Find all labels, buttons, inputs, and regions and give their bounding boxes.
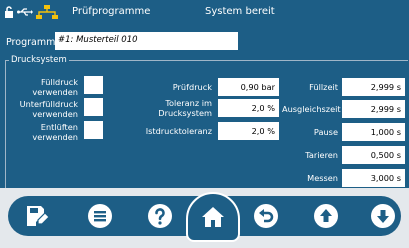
measure-field[interactable]: 3,000 s bbox=[342, 169, 405, 187]
top-bar: Prüfprogramme System bereit bbox=[0, 0, 409, 24]
help-button[interactable] bbox=[147, 203, 173, 229]
undo-icon bbox=[254, 204, 278, 228]
home-icon bbox=[202, 207, 224, 227]
group-title: Drucksystem bbox=[9, 55, 69, 65]
actual-pressure-tolerance-label: Istdrucktoleranz bbox=[145, 126, 212, 136]
test-pressure-field[interactable]: 0,90 bar bbox=[218, 78, 279, 96]
program-label: Programm bbox=[6, 37, 56, 48]
menu-button[interactable] bbox=[87, 203, 113, 229]
lock-icon bbox=[5, 5, 13, 18]
undo-button[interactable] bbox=[253, 203, 279, 229]
tare-label: Tarieren bbox=[305, 150, 338, 160]
help-icon bbox=[148, 204, 172, 228]
fill-time-label: Füllzeit bbox=[309, 82, 338, 92]
pressure-tolerance-field[interactable]: 2,0 % bbox=[218, 99, 279, 117]
settle-time-field[interactable]: 2,999 s bbox=[342, 100, 405, 118]
home-button[interactable] bbox=[186, 192, 240, 242]
pause-field[interactable]: 1,000 s bbox=[342, 123, 405, 141]
move-down-button[interactable] bbox=[370, 203, 396, 229]
vent-label: Entlüften verwenden bbox=[32, 122, 78, 142]
save-edit-button[interactable] bbox=[24, 203, 50, 229]
usb-icon bbox=[17, 8, 33, 16]
pressure-tolerance-label: Toleranz im Drucksystem bbox=[158, 98, 212, 118]
pause-label: Pause bbox=[313, 127, 338, 137]
fill-time-field[interactable]: 2,999 s bbox=[342, 78, 405, 96]
underfill-pressure-label: Unterfülldruck verwenden bbox=[19, 99, 78, 119]
tare-field[interactable]: 0,500 s bbox=[342, 146, 405, 164]
fill-pressure-checkbox[interactable] bbox=[84, 76, 103, 94]
underfill-pressure-checkbox[interactable] bbox=[84, 98, 103, 116]
program-select-field[interactable]: #1: Musterteil 010 bbox=[55, 32, 238, 50]
save-edit-icon bbox=[27, 206, 50, 226]
main-panel: Programm #1: Musterteil 010 Drucksystem … bbox=[0, 24, 409, 188]
network-icon bbox=[36, 5, 58, 19]
system-status: System bereit bbox=[205, 6, 275, 17]
menu-icon bbox=[88, 204, 112, 228]
test-pressure-label: Prüfdruck bbox=[172, 82, 212, 92]
measure-label: Messen bbox=[307, 173, 338, 183]
actual-pressure-tolerance-field[interactable]: 2,0 % bbox=[218, 122, 279, 140]
settle-time-label: Ausgleichszeit bbox=[282, 104, 341, 114]
arrow-down-icon bbox=[371, 204, 395, 228]
vent-checkbox[interactable] bbox=[84, 121, 103, 139]
screen-title: Prüfprogramme bbox=[72, 6, 151, 17]
fill-pressure-label: Fülldruck verwenden bbox=[32, 77, 78, 97]
move-up-button[interactable] bbox=[313, 203, 339, 229]
arrow-up-icon bbox=[314, 204, 338, 228]
status-icons bbox=[4, 4, 58, 20]
